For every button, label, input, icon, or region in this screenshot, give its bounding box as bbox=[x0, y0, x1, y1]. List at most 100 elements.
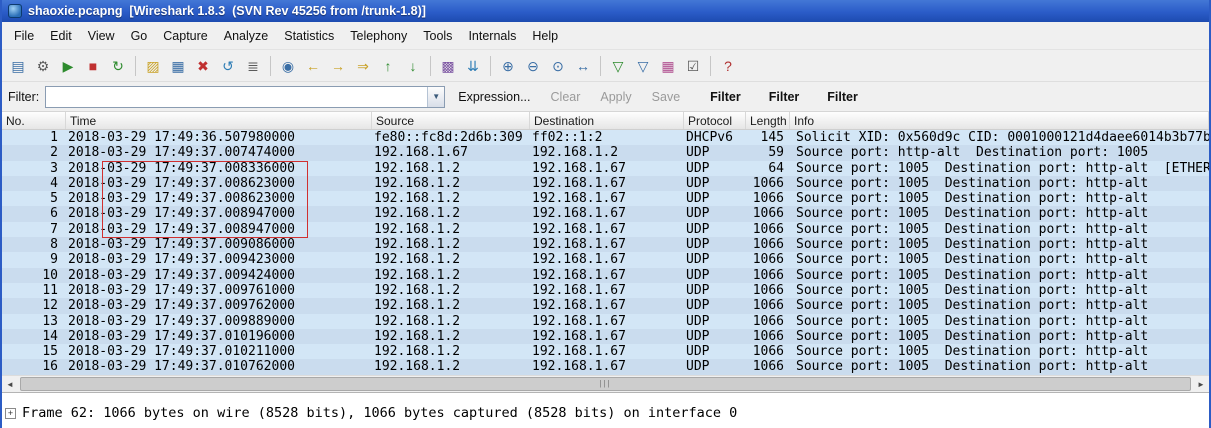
detail-frame-line[interactable]: + Frame 62: 1066 bytes on wire (8528 bit… bbox=[5, 405, 1207, 421]
zoom-in-button[interactable]: ⊕ bbox=[496, 54, 520, 78]
go-to-top-button[interactable]: ↑ bbox=[376, 54, 400, 78]
cell-info: Source port: 1005 Destination port: http… bbox=[796, 328, 1149, 344]
packet-row-8[interactable]: 8 2018-03-29 17:49:37.009086000 192.168.1.… bbox=[2, 237, 1209, 253]
packet-row-6[interactable]: 6 2018-03-29 17:49:37.008947000 192.168.1.… bbox=[2, 206, 1209, 222]
packet-row-13[interactable]: 13 2018-03-29 17:49:37.009889000 192.168.1… bbox=[2, 313, 1209, 329]
zoom-out-button[interactable]: ⊖ bbox=[521, 54, 545, 78]
filter-input[interactable] bbox=[46, 86, 428, 107]
menu-internals[interactable]: Internals bbox=[460, 25, 524, 47]
menu-go[interactable]: Go bbox=[123, 25, 156, 47]
capture-stop-button[interactable]: ■ bbox=[81, 54, 105, 78]
wireshark-app-icon bbox=[8, 4, 22, 18]
menu-capture[interactable]: Capture bbox=[155, 25, 215, 47]
go-back-button[interactable]: ← bbox=[301, 54, 325, 78]
save-file-button[interactable]: ▦ bbox=[166, 54, 190, 78]
reload-button[interactable]: ↺ bbox=[216, 54, 240, 78]
list-interfaces-button[interactable]: ▤ bbox=[6, 54, 30, 78]
menu-help[interactable]: Help bbox=[524, 25, 566, 47]
clear-button[interactable]: Clear bbox=[544, 88, 588, 106]
custom-filter-button-1[interactable]: Filter bbox=[703, 88, 748, 106]
column-header-time[interactable]: Time bbox=[66, 112, 372, 129]
help-button[interactable]: ? bbox=[716, 54, 740, 78]
column-header-source[interactable]: Source bbox=[372, 112, 530, 129]
column-header-protocol[interactable]: Protocol bbox=[684, 112, 746, 129]
display-filters-button[interactable]: ▽ bbox=[631, 54, 655, 78]
column-header-no[interactable]: No. bbox=[2, 112, 66, 129]
cell-destination: 192.168.1.67 bbox=[532, 267, 626, 283]
menu-file[interactable]: File bbox=[6, 25, 42, 47]
cell-destination: 192.168.1.67 bbox=[532, 160, 626, 176]
cell-destination: 192.168.1.67 bbox=[532, 328, 626, 344]
scroll-left-button[interactable]: ◄ bbox=[2, 376, 18, 392]
cell-length: 1066 bbox=[752, 313, 784, 329]
cell-source: 192.168.1.2 bbox=[374, 175, 461, 191]
cell-protocol: UDP bbox=[686, 221, 710, 237]
packet-list-header: No. Time Source Destination Protocol Length In… bbox=[2, 112, 1209, 130]
packet-row-11[interactable]: 11 2018-03-29 17:49:37.009761000 192.168.1… bbox=[2, 282, 1209, 299]
packet-row-9[interactable]: 9 2018-03-29 17:49:37.009423000 192.168.1.… bbox=[2, 252, 1209, 268]
custom-filter-button-2[interactable]: Filter bbox=[762, 88, 807, 106]
capture-filters-button[interactable]: ▽ bbox=[606, 54, 630, 78]
go-forward-button[interactable]: → bbox=[326, 54, 350, 78]
packet-row-14[interactable]: 14 2018-03-29 17:49:37.010196000 192.168.1… bbox=[2, 328, 1209, 345]
apply-button[interactable]: Apply bbox=[593, 88, 638, 106]
go-to-packet-button[interactable]: ⇒ bbox=[351, 54, 375, 78]
cell-source: 192.168.1.2 bbox=[374, 191, 461, 207]
packet-row-15[interactable]: 15 2018-03-29 17:49:37.010211000 192.168.1… bbox=[2, 344, 1209, 360]
capture-options-button[interactable]: ⚙ bbox=[31, 54, 55, 78]
cell-length: 1066 bbox=[752, 298, 784, 314]
column-header-destination[interactable]: Destination bbox=[530, 112, 684, 129]
main-toolbar: ▤ ⚙ ▶ ■ ↻ ▨ ▦ ✖ ↺ ≣ ◉ ← → ⇒ ↑ ↓ ▩ ⇊ ⊕ ⊖ ⊙ ↔ ▽ ▽ ▦ ☑? bbox=[2, 50, 1209, 82]
cell-time: 2018-03-29 17:49:37.009086000 bbox=[68, 237, 295, 253]
open-file-button[interactable]: ▨ bbox=[141, 54, 165, 78]
packet-row-12[interactable]: 12 2018-03-29 17:49:37.009762000 192.168.1… bbox=[2, 298, 1209, 314]
column-header-length[interactable]: Length bbox=[746, 112, 790, 129]
filter-dropdown-button[interactable]: ▼ bbox=[427, 86, 445, 107]
resize-columns-button[interactable]: ↔ bbox=[571, 54, 595, 78]
coloring-rules-button[interactable]: ▦ bbox=[656, 54, 680, 78]
cell-no: 11 bbox=[42, 282, 58, 298]
menu-statistics[interactable]: Statistics bbox=[276, 25, 342, 47]
menu-telephony[interactable]: Telephony bbox=[342, 25, 415, 47]
scroll-track[interactable]: ||| bbox=[18, 376, 1193, 392]
scroll-right-button[interactable]: ► bbox=[1193, 376, 1209, 392]
menu-analyze[interactable]: Analyze bbox=[216, 25, 276, 47]
packet-row-3[interactable]: 3 2018-03-29 17:49:37.008336000 192.168.1.… bbox=[2, 160, 1209, 176]
expander-icon[interactable]: + bbox=[5, 407, 16, 419]
scroll-thumb[interactable]: ||| bbox=[20, 377, 1191, 391]
horizontal-scrollbar[interactable]: ◄ ||| ► bbox=[2, 375, 1209, 392]
preferences-button[interactable]: ☑ bbox=[681, 54, 705, 78]
capture-restart-button[interactable]: ↻ bbox=[106, 54, 130, 78]
cell-protocol: UDP bbox=[686, 191, 710, 207]
menu-view[interactable]: View bbox=[80, 25, 123, 47]
cell-no: 16 bbox=[42, 359, 58, 375]
menu-edit[interactable]: Edit bbox=[42, 25, 80, 47]
expression-button[interactable]: Expression... bbox=[451, 88, 537, 106]
save-button[interactable]: Save bbox=[645, 88, 688, 106]
column-header-info[interactable]: Info bbox=[790, 112, 1209, 129]
title-bar[interactable]: shaoxie.pcapng [Wireshark 1.8.3 (SVN Rev… bbox=[2, 0, 1209, 22]
zoom-100-button[interactable]: ⊙ bbox=[546, 54, 570, 78]
packet-row-1[interactable]: 1 2018-03-29 17:49:36.507980000 fe80::fc8d… bbox=[2, 130, 1209, 146]
packet-row-5[interactable]: 5 2018-03-29 17:49:37.008623000 192.168.1.… bbox=[2, 191, 1209, 207]
custom-filter-button-3[interactable]: Filter bbox=[820, 88, 865, 106]
capture-filters-icon: ▽ bbox=[612, 57, 624, 74]
capture-start-button[interactable]: ▶ bbox=[56, 54, 80, 78]
packet-row-7[interactable]: 7 2018-03-29 17:49:37.008947000 192.168.1.… bbox=[2, 221, 1209, 238]
scroll-left-arrow-icon: ◄ bbox=[6, 379, 14, 389]
find-packet-button[interactable]: ◉ bbox=[276, 54, 300, 78]
cell-no: 4 bbox=[50, 175, 58, 191]
scroll-right-arrow-icon: ► bbox=[1197, 379, 1205, 389]
packet-row-10[interactable]: 10 2018-03-29 17:49:37.009424000 192.168.1… bbox=[2, 267, 1209, 283]
auto-scroll-button[interactable]: ⇊ bbox=[461, 54, 485, 78]
packet-row-2[interactable]: 2 2018-03-29 17:49:37.007474000 192.168.1.… bbox=[2, 145, 1209, 161]
open-file-icon: ▨ bbox=[146, 57, 160, 74]
menu-tools[interactable]: Tools bbox=[415, 25, 460, 47]
colorize-button[interactable]: ▩ bbox=[436, 54, 460, 78]
packet-row-4[interactable]: 4 2018-03-29 17:49:37.008623000 192.168.1.… bbox=[2, 175, 1209, 192]
close-file-button[interactable]: ✖ bbox=[191, 54, 215, 78]
print-button[interactable]: ≣ bbox=[241, 54, 265, 78]
cell-info: Source port: 1005 Destination port: http… bbox=[796, 175, 1149, 191]
packet-row-16[interactable]: 16 2018-03-29 17:49:37.010762000 192.168.1… bbox=[2, 359, 1209, 375]
go-to-bottom-button[interactable]: ↓ bbox=[401, 54, 425, 78]
